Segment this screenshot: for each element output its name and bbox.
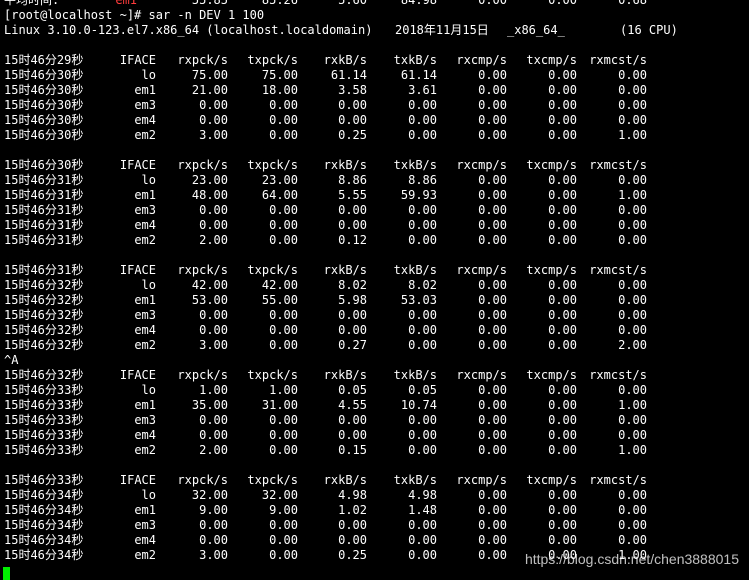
- watermark: https://blog.csdn.net/chen3888015: [524, 551, 739, 567]
- column-header-row: 15时46分32秒 IFACE rxpck/s txpck/s rxkB/s txkB/s…: [0, 368, 749, 383]
- column-header-row: 15时46分29秒 IFACE rxpck/s txpck/s rxkB/s txkB/s…: [0, 53, 749, 68]
- table-row: 15时46分32秒 lo 42.00 42.00 8.02 8.02 0.00 0.00 0.0…: [0, 278, 749, 293]
- average-line: 平均时间: em1 55.85 85.26 5.60 84.98 0.00 0.00 0.68: [0, 0, 749, 8]
- row-value: 0.00: [618, 323, 647, 337]
- column-header: rxmcst/s: [589, 368, 647, 382]
- row-value: 1.00: [618, 128, 647, 142]
- table-row: 15时46分30秒 em1 21.00 18.00 3.58 3.61 0.00 0.00 0.…: [0, 83, 749, 98]
- table-row: 15时46分32秒 em1 53.00 55.00 5.98 53.03 0.00 0.00 0…: [0, 293, 749, 308]
- row-value: 0.00: [618, 113, 647, 127]
- column-header-row: 15时46分33秒 IFACE rxpck/s txpck/s rxkB/s txkB/s…: [0, 473, 749, 488]
- prompt-text: [root@localhost ~]# sar -n DEV 1 100: [4, 8, 265, 22]
- table-row: 15时46分33秒 em1 35.00 31.00 4.55 10.74 0.00 0.00 1…: [0, 398, 749, 413]
- table-row: 15时46分34秒 lo 32.00 32.00 4.98 4.98 0.00 0.00 0.0…: [0, 488, 749, 503]
- row-value: 0.00: [618, 83, 647, 97]
- table-row: 15时46分30秒 em3 0.00 0.00 0.00 0.00 0.00 0.00 0.00: [0, 98, 749, 113]
- row-value: 0.00: [618, 383, 647, 397]
- table-row: 15时46分32秒 em2 3.00 0.00 0.27 0.00 0.00 0.00 2.00: [0, 338, 749, 353]
- table-row: 15时46分30秒 em4 0.00 0.00 0.00 0.00 0.00 0.00 0.00: [0, 113, 749, 128]
- table-row: 15时46分31秒 lo 23.00 23.00 8.86 8.86 0.00 0.00 0.0…: [0, 173, 749, 188]
- column-header-row: 15时46分31秒 IFACE rxpck/s txpck/s rxkB/s txkB/s…: [0, 263, 749, 278]
- control-echo-text: ^A: [4, 353, 19, 367]
- row-value: 0.00: [618, 413, 647, 427]
- terminal-cursor: [3, 567, 10, 580]
- row-value: 0.00: [618, 278, 647, 292]
- row-value: 0.00: [618, 503, 647, 517]
- row-value: 1.00: [618, 398, 647, 412]
- command-prompt: [root@localhost ~]# sar -n DEV 1 100: [0, 8, 749, 23]
- cpu-count: (16 CPU): [620, 23, 678, 37]
- report-date: 2018年11月15日: [395, 23, 489, 37]
- column-header: rxmcst/s: [589, 158, 647, 172]
- row-value: 2.00: [618, 338, 647, 352]
- row-value: 0.00: [618, 293, 647, 307]
- table-row: 15时46分30秒 lo 75.00 75.00 61.14 61.14 0.00 0.00 0…: [0, 68, 749, 83]
- row-value: 0.00: [618, 533, 647, 547]
- row-value: 0.00: [618, 68, 647, 82]
- table-row: 15时46分31秒 em4 0.00 0.00 0.00 0.00 0.00 0.00 0.00: [0, 218, 749, 233]
- table-row: 15时46分33秒 em2 2.00 0.00 0.15 0.00 0.00 0.00 1.00: [0, 443, 749, 458]
- table-row: 15时46分33秒 em3 0.00 0.00 0.00 0.00 0.00 0.00 0.00: [0, 413, 749, 428]
- table-row: 15时46分31秒 em2 2.00 0.00 0.12 0.00 0.00 0.00 0.00: [0, 233, 749, 248]
- row-value: 0.00: [618, 308, 647, 322]
- column-header-row: 15时46分30秒 IFACE rxpck/s txpck/s rxkB/s txkB/s…: [0, 158, 749, 173]
- row-value: 1.00: [618, 443, 647, 457]
- row-value: 0.00: [618, 218, 647, 232]
- table-row: 15时46分33秒 lo 1.00 1.00 0.05 0.05 0.00 0.00 0.00: [0, 383, 749, 398]
- average-value: 0.68: [618, 0, 647, 7]
- row-value: 0.00: [618, 98, 647, 112]
- table-row: 15时46分31秒 em1 48.00 64.00 5.55 59.93 0.00 0.00 1…: [0, 188, 749, 203]
- table-row: 15时46分30秒 em2 3.00 0.00 0.25 0.00 0.00 0.00 1.00: [0, 128, 749, 143]
- row-value: 0.00: [618, 488, 647, 502]
- kernel-info: Linux 3.10.0-123.el7.x86_64 (localhost.l…: [4, 23, 373, 37]
- table-row: 15时46分34秒 em1 9.00 9.00 1.02 1.48 0.00 0.00 0.00: [0, 503, 749, 518]
- column-header: rxmcst/s: [589, 473, 647, 487]
- column-header: rxmcst/s: [589, 53, 647, 67]
- table-row: 15时46分33秒 em4 0.00 0.00 0.00 0.00 0.00 0.00 0.00: [0, 428, 749, 443]
- terminal-window[interactable]: 平均时间: em1 55.85 85.26 5.60 84.98 0.00 0.00 0.68[…: [0, 0, 749, 580]
- row-value: 0.00: [618, 428, 647, 442]
- row-value: 0.00: [618, 203, 647, 217]
- row-value: 0.00: [618, 518, 647, 532]
- column-header: rxmcst/s: [589, 263, 647, 277]
- system-info-line: Linux 3.10.0-123.el7.x86_64 (localhost.l…: [0, 23, 749, 38]
- row-value: 1.00: [618, 188, 647, 202]
- row-value: 0.00: [618, 233, 647, 247]
- row-value: 0.00: [618, 173, 647, 187]
- table-row: 15时46分32秒 em3 0.00 0.00 0.00 0.00 0.00 0.00 0.00: [0, 308, 749, 323]
- table-row: 15时46分32秒 em4 0.00 0.00 0.00 0.00 0.00 0.00 0.00: [0, 323, 749, 338]
- table-row: 15时46分34秒 em3 0.00 0.00 0.00 0.00 0.00 0.00 0.00: [0, 518, 749, 533]
- table-row: 15时46分34秒 em4 0.00 0.00 0.00 0.00 0.00 0.00 0.00: [0, 533, 749, 548]
- table-row: 15时46分31秒 em3 0.00 0.00 0.00 0.00 0.00 0.00 0.00: [0, 203, 749, 218]
- arch-info: _x86_64_: [507, 23, 565, 37]
- control-echo: ^A: [0, 353, 749, 368]
